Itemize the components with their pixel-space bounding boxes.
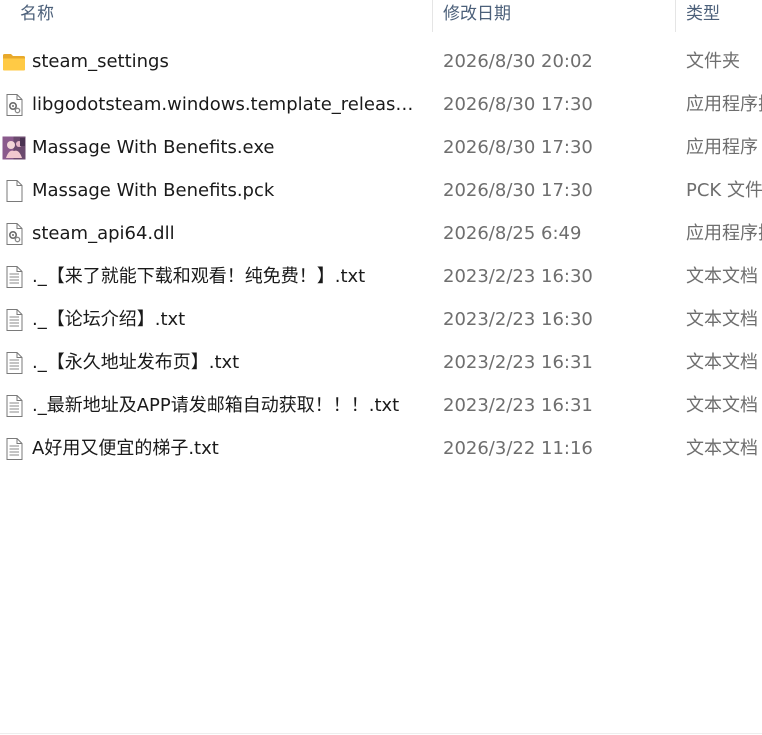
file-row[interactable]: Massage With Benefits.pck 2026/8/30 17:3…	[0, 169, 762, 212]
file-date-modified: 2026/3/22 11:16	[443, 438, 593, 459]
column-header-date-modified[interactable]: 修改日期	[443, 0, 673, 32]
file-explorer-list: 名称 修改日期 类型 steam_settings 2026/8/30 20:0…	[0, 0, 762, 735]
file-row[interactable]: ._【永久地址发布页】.txt 2023/2/23 16:31 文本文档	[0, 341, 762, 384]
text-file-icon	[6, 438, 23, 460]
file-name: steam_settings	[32, 51, 169, 72]
file-row[interactable]: Massage With Benefits.exe 2026/8/30 17:3…	[0, 126, 762, 169]
file-type: PCK 文件	[686, 180, 762, 201]
file-name: libgodotsteam.windows.template_release.x…	[32, 94, 417, 115]
file-date-modified: 2026/8/30 20:02	[443, 51, 593, 72]
dll-gear-file-icon	[6, 223, 23, 245]
blank-file-icon	[6, 180, 23, 202]
file-type: 文本文档	[686, 309, 758, 330]
file-type: 文本文档	[686, 395, 758, 416]
dll-gear-file-icon	[6, 94, 23, 116]
file-row[interactable]: steam_settings 2026/8/30 20:02 文件夹	[0, 40, 762, 83]
file-name: A好用又便宜的梯子.txt	[32, 438, 219, 459]
file-date-modified: 2023/2/23 16:30	[443, 266, 593, 287]
file-type: 文本文档	[686, 266, 758, 287]
file-date-modified: 2026/8/30 17:30	[443, 180, 593, 201]
file-name: ._【来了就能下载和观看！纯免费！】.txt	[32, 266, 366, 287]
file-type: 应用程序扩展	[686, 223, 762, 244]
file-name: Massage With Benefits.pck	[32, 180, 275, 201]
text-file-icon	[6, 309, 23, 331]
file-date-modified: 2023/2/23 16:30	[443, 309, 593, 330]
file-name: Massage With Benefits.exe	[32, 137, 275, 158]
file-date-modified: 2026/8/30 17:30	[443, 137, 593, 158]
file-type: 文本文档	[686, 438, 758, 459]
file-row[interactable]: ._【来了就能下载和观看！纯免费！】.txt 2023/2/23 16:30 文…	[0, 255, 762, 298]
text-file-icon	[6, 352, 23, 374]
text-file-icon	[6, 266, 23, 288]
file-date-modified: 2023/2/23 16:31	[443, 352, 593, 373]
folder-icon	[3, 54, 25, 71]
file-row[interactable]: libgodotsteam.windows.template_release.x…	[0, 83, 762, 126]
file-type: 应用程序扩展	[686, 94, 762, 115]
app-thumbnail-icon	[2, 136, 26, 160]
file-name: ._【论坛介绍】.txt	[32, 309, 186, 330]
column-header-bar: 名称 修改日期 类型	[0, 0, 762, 32]
bottom-divider	[0, 733, 762, 734]
file-name: ._最新地址及APP请发邮箱自动获取！！！.txt	[32, 395, 400, 416]
column-header-name[interactable]: 名称	[20, 0, 430, 32]
file-date-modified: 2023/2/23 16:31	[443, 395, 593, 416]
column-divider[interactable]	[675, 0, 676, 32]
file-type: 文本文档	[686, 352, 758, 373]
file-row[interactable]: ._最新地址及APP请发邮箱自动获取！！！.txt 2023/2/23 16:3…	[0, 384, 762, 427]
file-row[interactable]: steam_api64.dll 2026/8/25 6:49 应用程序扩展	[0, 212, 762, 255]
file-name: steam_api64.dll	[32, 223, 175, 244]
file-list: steam_settings 2026/8/30 20:02 文件夹 libgo…	[0, 40, 762, 470]
file-row[interactable]: ._【论坛介绍】.txt 2023/2/23 16:30 文本文档	[0, 298, 762, 341]
file-row[interactable]: A好用又便宜的梯子.txt 2026/3/22 11:16 文本文档	[0, 427, 762, 470]
column-divider[interactable]	[432, 0, 433, 32]
column-header-type[interactable]: 类型	[686, 0, 762, 32]
file-date-modified: 2026/8/30 17:30	[443, 94, 593, 115]
text-file-icon	[6, 395, 23, 417]
file-type: 应用程序	[686, 137, 758, 158]
file-type: 文件夹	[686, 51, 740, 72]
file-name: ._【永久地址发布页】.txt	[32, 352, 240, 373]
file-date-modified: 2026/8/25 6:49	[443, 223, 582, 244]
